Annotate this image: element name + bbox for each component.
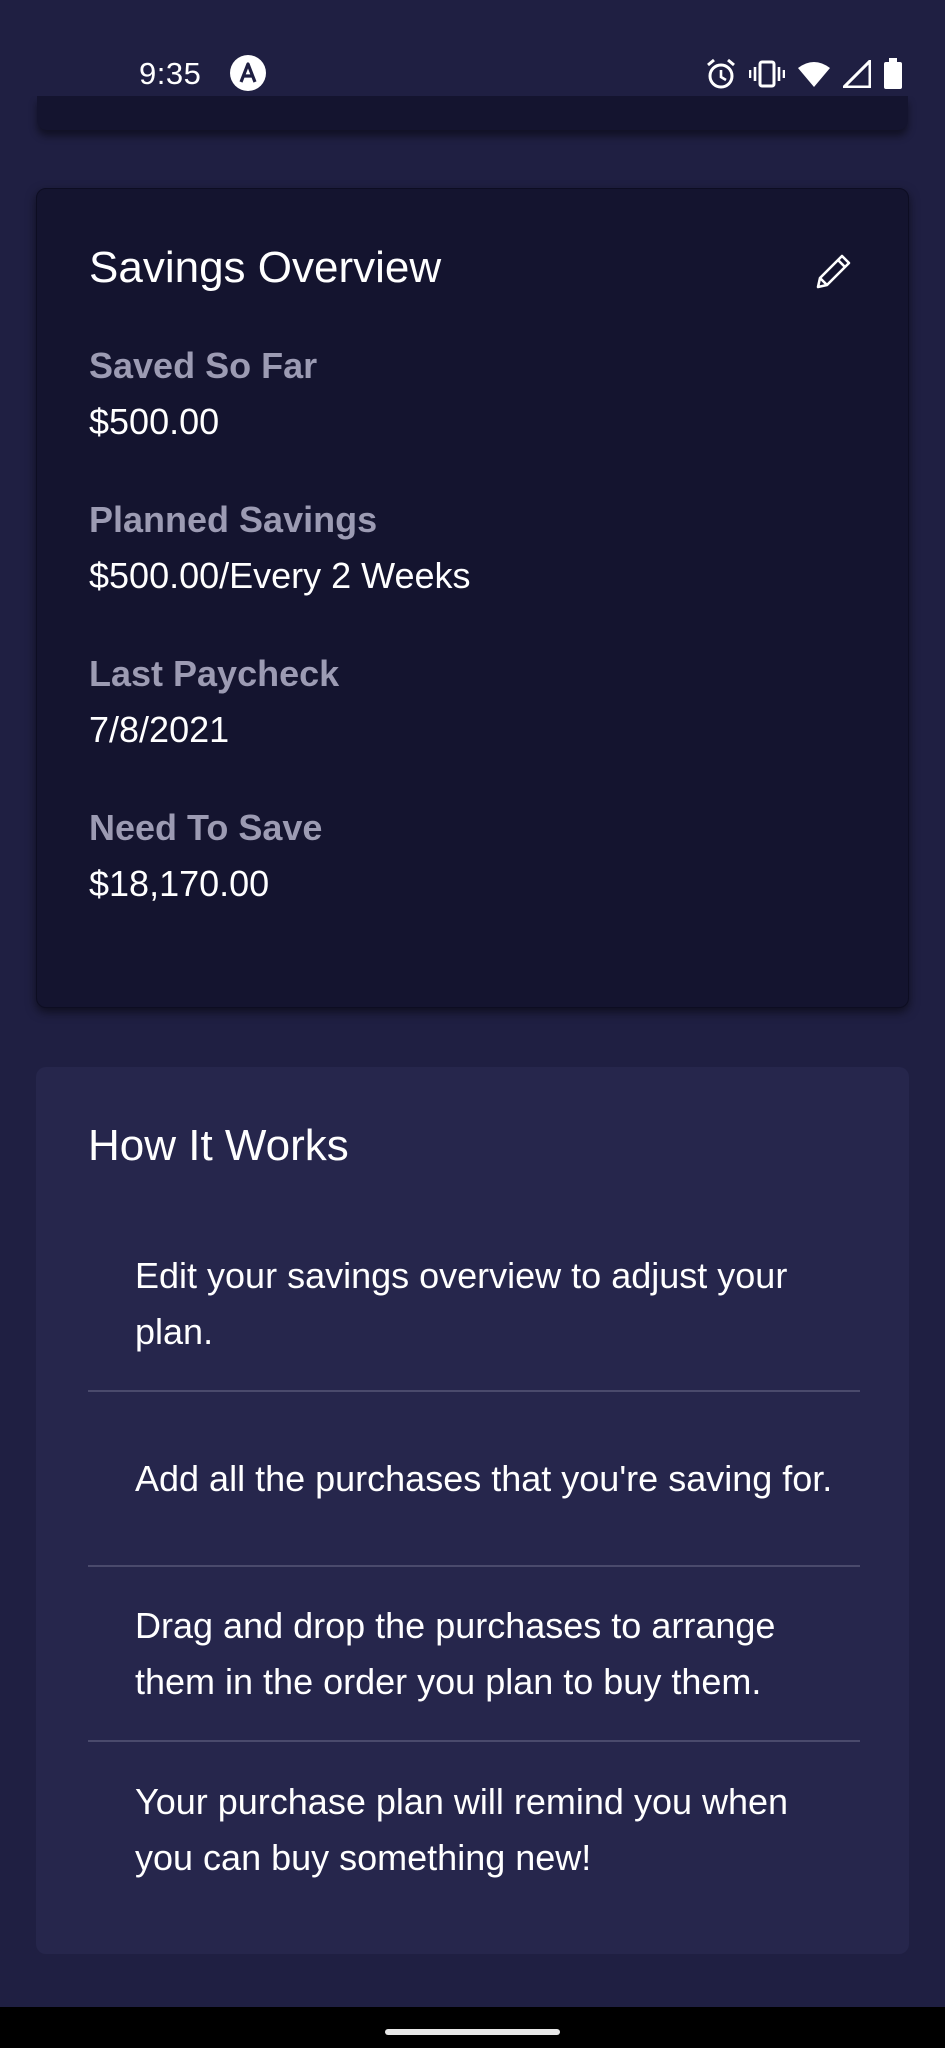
list-item: Your purchase plan will remind you when … (88, 1742, 860, 1917)
battery-icon (883, 58, 903, 90)
alarm-icon (705, 57, 737, 91)
list-item-text: Add all the purchases that you're saving… (135, 1457, 833, 1499)
last-paycheck-value: 7/8/2021 (89, 709, 230, 750)
previous-card-edge (37, 96, 908, 130)
list-item-text: Your purchase plan will remind you when … (135, 1780, 789, 1878)
home-gesture-handle[interactable] (385, 2029, 560, 2035)
planned-savings-value: $500.00/Every 2 Weeks (89, 555, 471, 596)
status-icons (705, 54, 903, 94)
how-it-works-card: How It Works Edit your savings overview … (36, 1067, 909, 1954)
status-time: 9:35 (139, 56, 202, 91)
saved-so-far-value: $500.00 (89, 401, 220, 442)
navigation-bar (0, 2007, 945, 2048)
list-item: Edit your savings overview to adjust you… (88, 1217, 860, 1392)
need-to-save-label: Need To Save (89, 807, 323, 848)
list-item: Add all the purchases that you're saving… (88, 1392, 860, 1567)
need-to-save-value: $18,170.00 (89, 863, 270, 904)
list-item-text: Drag and drop the purchases to arrange t… (135, 1604, 776, 1702)
edit-overview-button[interactable] (810, 249, 858, 297)
last-paycheck-label: Last Paycheck (89, 653, 340, 694)
savings-overview-card: Savings Overview Saved So Far $500.00 Pl… (36, 188, 909, 1008)
vibrate-icon (749, 59, 785, 89)
pencil-icon (812, 249, 856, 298)
list-item: Drag and drop the purchases to arrange t… (88, 1567, 860, 1742)
planned-savings-label: Planned Savings (89, 499, 378, 540)
wifi-icon (797, 60, 831, 88)
how-it-works-list: Edit your savings overview to adjust you… (88, 1217, 860, 1917)
saved-so-far-label: Saved So Far (89, 345, 318, 386)
cell-signal-icon (843, 60, 871, 88)
app-notification-icon (230, 55, 266, 91)
list-item-text: Edit your savings overview to adjust you… (135, 1254, 788, 1352)
savings-overview-title: Savings Overview (89, 243, 442, 292)
how-it-works-title: How It Works (88, 1121, 349, 1170)
